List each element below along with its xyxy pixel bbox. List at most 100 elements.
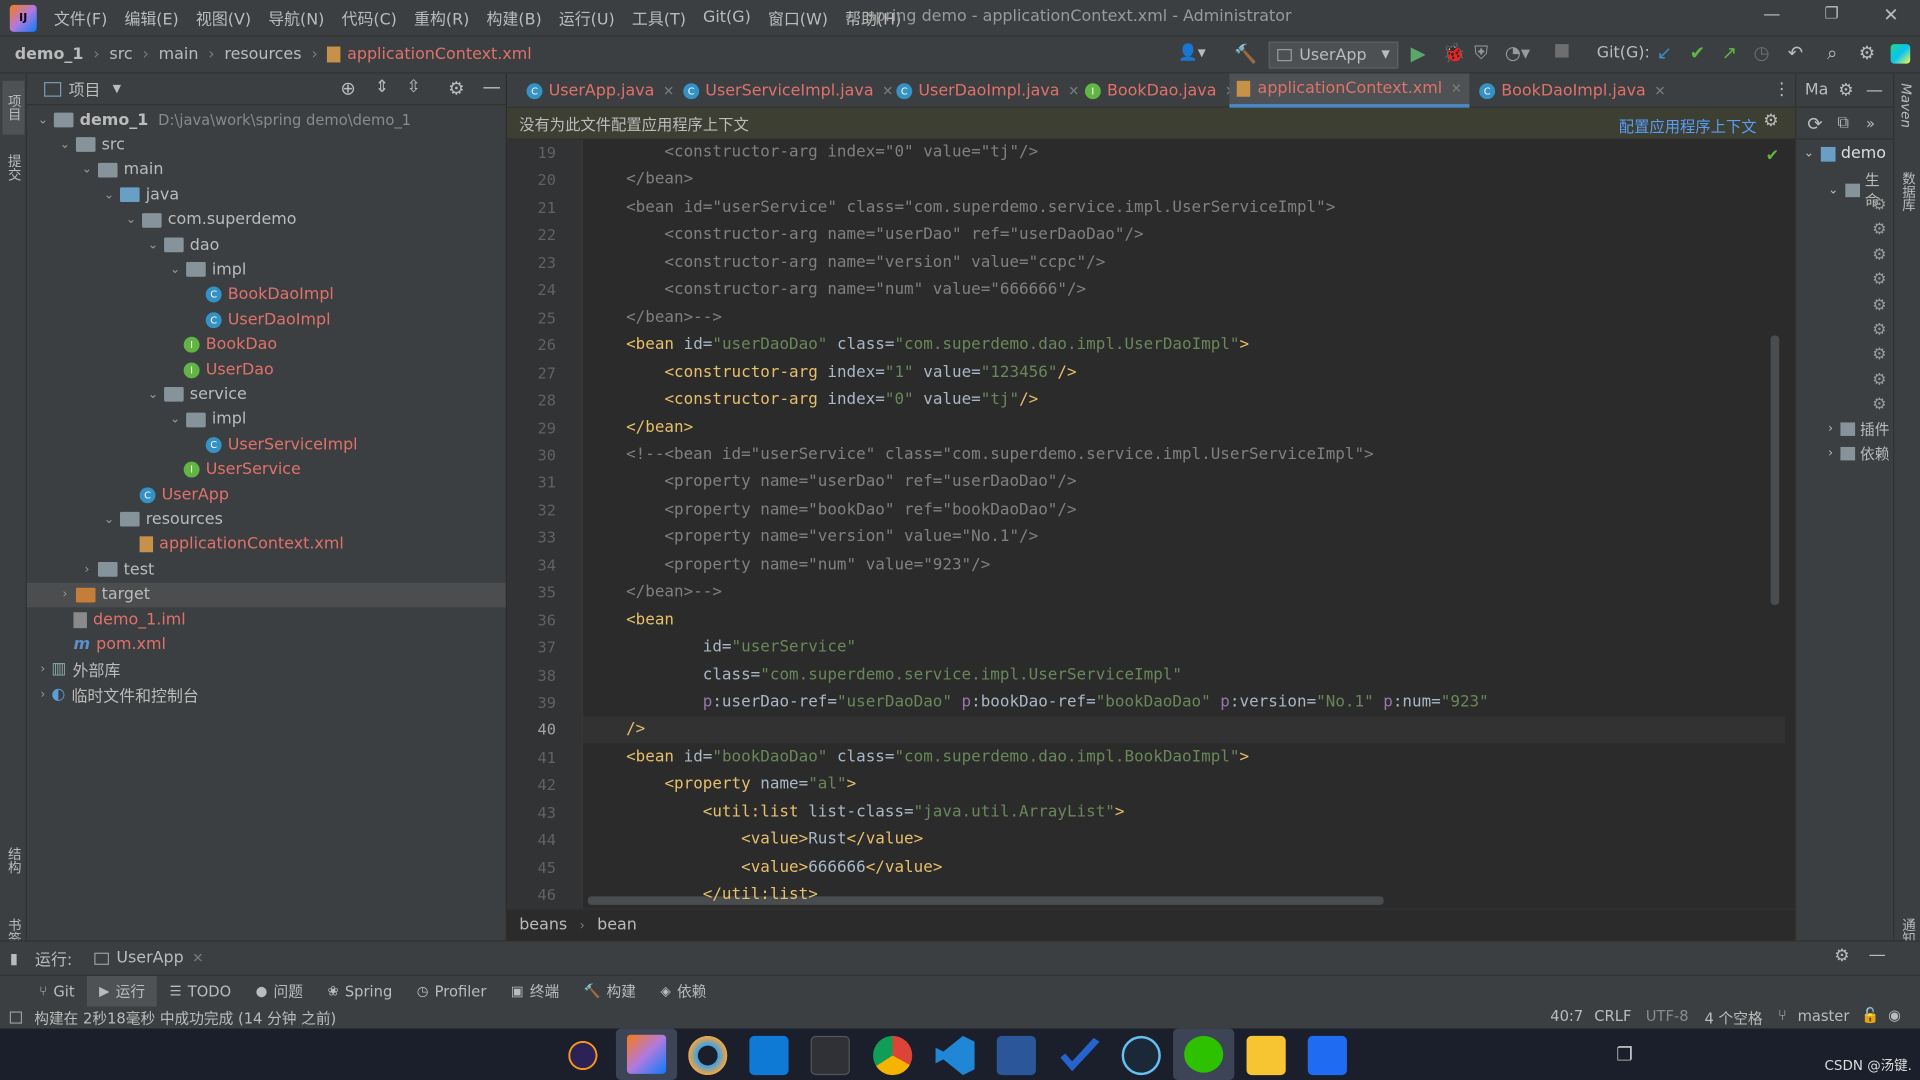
memory-icon[interactable]: ◉ [1888,1007,1901,1024]
gear-icon[interactable]: ⚙ [1834,947,1849,967]
media-app-icon[interactable] [1307,1035,1347,1076]
line-separator[interactable]: CRLF [1594,1008,1631,1025]
tree-item[interactable]: applicationContext.xml [27,532,506,556]
tool-window-spring[interactable]: ❀ Spring [315,975,404,1007]
wechat-icon[interactable] [1173,1028,1235,1080]
chevron-down-icon[interactable]: ⌄ [167,413,184,426]
code-line[interactable]: <constructor-arg name="userDao" ref="use… [583,222,1143,249]
code-line[interactable]: <property name="version" value="No.1"/> [583,524,1038,551]
code-line[interactable]: <property name="userDao" ref="userDaoDao… [583,469,1076,496]
project-tool-button[interactable]: 项目 [2,80,25,135]
intellij-taskbar-icon[interactable] [615,1028,678,1080]
tool-window-run[interactable]: ▶ 运行 [86,975,158,1008]
code-line[interactable]: <value>666666</value> [583,854,942,881]
caret-position[interactable]: 40:7 [1550,1008,1583,1025]
menu-item[interactable]: Git(G) [703,9,751,27]
tree-item[interactable]: I UserDao [27,358,506,382]
terminal-icon[interactable] [810,1035,850,1076]
user-icon[interactable]: 👤▾ [1178,44,1206,62]
maven-goal-gear-icon[interactable]: ⚙ [1872,321,1886,339]
commit-tool-button[interactable]: 提交 [4,154,24,181]
browser-icon[interactable] [688,1035,728,1076]
tree-item[interactable]: › test [27,557,506,581]
chrome-icon[interactable] [873,1035,913,1076]
rollback-icon[interactable]: ↶ [1788,42,1803,64]
task-view-icon[interactable]: ❐ [1616,1043,1632,1065]
tool-window-todo[interactable]: ☰ TODO [157,975,243,1007]
tree-item[interactable]: I UserService [27,457,506,481]
menu-item[interactable]: 编辑(E) [124,6,178,29]
tree-item[interactable]: C UserDaoImpl [27,308,506,332]
maven-goal-gear-icon[interactable]: ⚙ [1872,196,1886,214]
breadcrumb-item[interactable]: main [159,45,199,63]
tree-item[interactable]: ⌄ impl [27,258,506,282]
collapse-all-icon[interactable]: ⇳ [407,77,421,97]
breadcrumb-item[interactable]: applicationContext.xml [347,45,532,63]
menu-item[interactable]: 工具(T) [632,6,686,29]
add-project-icon[interactable]: ⧉ [1837,114,1848,132]
git-push-icon[interactable]: ↗ [1722,42,1737,64]
code-line[interactable]: <constructor-arg name="num" value="66666… [583,277,1086,304]
close-icon[interactable]: ✕ [663,83,674,99]
debug-icon[interactable]: 🐞 [1442,42,1465,64]
run-config-dropdown[interactable]: UserApp ▼ [1268,41,1399,69]
file-encoding[interactable]: UTF-8 [1646,1008,1689,1025]
tree-item[interactable]: ⌄ dao [27,233,506,257]
code-line[interactable]: class="com.superdemo.service.impl.UserSe… [583,662,1182,689]
editor-tab[interactable]: applicationContext.xml ✕ [1229,73,1470,108]
code-line[interactable]: id="userService" [583,634,856,661]
steam-icon[interactable] [1121,1035,1161,1076]
more-icon[interactable]: » [1866,114,1875,131]
code-editor[interactable]: ✔ <constructor-arg index="0" value="tj"/… [582,139,1786,909]
locate-icon[interactable]: ⊕ [340,77,355,99]
gear-icon[interactable]: ⚙ [448,77,464,99]
maven-goal-gear-icon[interactable]: ⚙ [1872,271,1886,289]
code-line[interactable]: <!--<bean id="userService" class="com.su… [583,442,1374,469]
inspection-ok-icon[interactable]: ✔ [1766,147,1779,165]
menu-item[interactable]: 视图(V) [196,6,251,29]
settings-icon[interactable]: ⚙ [1859,42,1875,64]
tree-item[interactable]: › ▥ 外部库 [27,657,506,681]
run-tab[interactable]: UserApp ✕ [94,949,204,967]
maven-goal-gear-icon[interactable]: ⚙ [1872,346,1886,364]
maven-plugins[interactable]: › 插件 [1828,419,1889,440]
maven-goal-gear-icon[interactable]: ⚙ [1872,221,1886,239]
menu-item[interactable]: 重构(R) [414,6,469,29]
build-hammer-icon[interactable]: 🔨 [1234,43,1257,65]
jetbrains-toolbox-icon[interactable] [1890,44,1911,64]
maven-goal-gear-icon[interactable]: ⚙ [1872,296,1886,314]
menu-item[interactable]: 运行(U) [559,6,615,29]
editor-breadcrumb-item[interactable]: bean [597,916,637,934]
database-tool-button[interactable]: 数据库 [1898,171,1918,211]
tool-window-problems[interactable]: ● 问题 [243,975,315,1007]
maven-tool-button[interactable]: Maven [1898,83,1914,128]
chevron-down-icon[interactable]: ⌄ [122,213,139,226]
menu-item[interactable]: 窗口(W) [768,6,828,29]
code-line[interactable]: <constructor-arg index="0" value="tj"/> [583,140,1038,167]
chevron-down-icon[interactable]: ⌄ [78,163,95,176]
status-message[interactable]: 构建在 2秒18毫秒 中成功完成 (14 分钟 之前) [34,1007,336,1028]
project-panel-title[interactable]: 项目 [69,77,101,100]
chevron-right-icon[interactable]: › [34,688,51,701]
tool-window-terminal[interactable]: ▣ 终端 [499,975,572,1007]
menu-item[interactable]: 构建(B) [487,6,542,29]
tree-item[interactable]: ⌄ java [27,183,506,207]
chevron-right-icon[interactable]: › [34,663,51,676]
git-update-icon[interactable]: ↙ [1657,42,1672,64]
code-line[interactable]: <constructor-arg index="1" value="123456… [583,360,1076,387]
maven-goal-gear-icon[interactable]: ⚙ [1872,246,1886,264]
remote-desktop-icon[interactable] [749,1035,789,1076]
maven-dependencies[interactable]: › 依赖 [1828,443,1889,464]
code-line[interactable]: <bean id="userService" class="com.superd… [583,195,1335,222]
tool-window-build[interactable]: 🔨 构建 [571,975,648,1007]
refresh-icon[interactable]: ⟳ [1807,112,1822,134]
close-icon[interactable]: ✕ [1654,83,1665,99]
code-line[interactable]: </bean> [583,414,693,441]
tree-item[interactable]: C BookDaoImpl [27,283,506,307]
chevron-down-icon[interactable]: ⌄ [34,113,51,126]
editor-tab[interactable]: C UserServiceImpl.java ✕ [676,73,901,107]
tree-item[interactable]: demo_1.iml [27,607,506,631]
tree-item[interactable]: ⌄ demo_1 D:\java\work\spring demo\demo_1 [27,108,506,132]
configure-context-link[interactable]: 配置应用程序上下文 [1619,114,1757,137]
tree-item[interactable]: ⌄ src [27,133,506,157]
